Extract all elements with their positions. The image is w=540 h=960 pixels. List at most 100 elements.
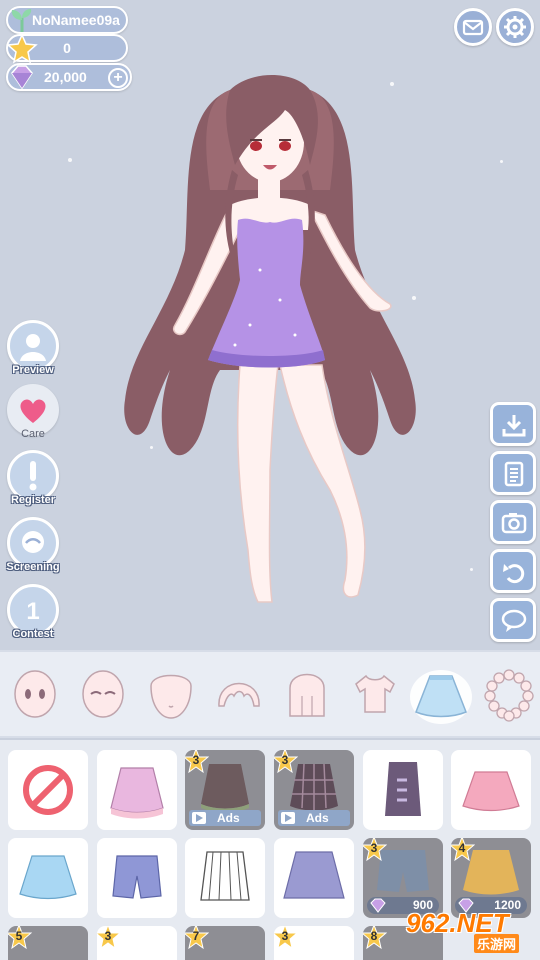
undo-icon bbox=[503, 564, 525, 584]
item-skirt[interactable] bbox=[185, 838, 265, 918]
item-skirt[interactable] bbox=[274, 838, 354, 918]
camera-button[interactable] bbox=[490, 500, 536, 544]
level-number: 3 bbox=[370, 841, 378, 855]
item-skirt-ads[interactable]: 3 Ads bbox=[274, 750, 354, 830]
level-number: 7 bbox=[192, 929, 200, 943]
item-skirt[interactable]: 7 bbox=[185, 926, 265, 960]
bangs-hair-icon bbox=[218, 682, 260, 707]
ads-label: Ads bbox=[306, 811, 329, 825]
category-bangs[interactable] bbox=[212, 666, 266, 722]
item-skirt[interactable] bbox=[363, 750, 443, 830]
mail-button[interactable] bbox=[454, 8, 492, 46]
register-label: Register bbox=[10, 494, 56, 506]
level-star-badge: 3 bbox=[363, 838, 388, 862]
care-label: Care bbox=[21, 428, 45, 440]
item-skirt[interactable]: 3 bbox=[97, 926, 177, 960]
site-watermark: 962.NET 乐游网 bbox=[402, 908, 536, 956]
gems-pill: 20,000 + bbox=[6, 63, 132, 91]
category-closed-eyes[interactable] bbox=[76, 666, 130, 722]
gems-count: 20,000 bbox=[44, 69, 87, 85]
play-icon bbox=[281, 812, 295, 824]
level-number: 3 bbox=[281, 753, 289, 767]
settings-button[interactable] bbox=[496, 8, 534, 46]
dressup-stage bbox=[0, 0, 540, 650]
back-hair-icon bbox=[289, 673, 325, 717]
item-none[interactable] bbox=[8, 750, 88, 830]
screening-button[interactable]: Screening bbox=[6, 517, 60, 573]
watermark-sub: 乐游网 bbox=[474, 934, 520, 953]
face-icon bbox=[150, 674, 192, 719]
stars-pill: 0 bbox=[6, 33, 128, 64]
watch-ad-button[interactable]: Ads bbox=[278, 810, 350, 826]
level-star-badge: 5 bbox=[8, 926, 33, 950]
contest-button[interactable]: 1 Contest bbox=[6, 584, 60, 640]
clipboard-icon bbox=[504, 461, 524, 487]
camera-icon bbox=[501, 513, 527, 534]
gem-icon bbox=[11, 65, 33, 90]
watch-ad-button[interactable]: Ads bbox=[189, 810, 261, 826]
skirt-item-icon bbox=[283, 851, 345, 899]
preview-button[interactable]: Preview bbox=[6, 320, 60, 376]
category-hair[interactable] bbox=[280, 666, 334, 722]
download-button[interactable] bbox=[490, 402, 536, 446]
outfit-list-button[interactable] bbox=[490, 451, 536, 495]
gear-icon bbox=[504, 16, 526, 38]
category-top[interactable] bbox=[348, 666, 402, 722]
chat-icon bbox=[501, 609, 527, 632]
level-star-badge: 3 bbox=[97, 926, 122, 950]
tshirt-icon bbox=[355, 674, 395, 713]
item-shorts-price[interactable]: 3 900 bbox=[363, 838, 443, 918]
ads-label: Ads bbox=[217, 811, 240, 825]
sparkle bbox=[68, 158, 72, 162]
level-number: 5 bbox=[15, 929, 23, 943]
shorts-item-icon bbox=[112, 855, 162, 899]
category-bar bbox=[0, 650, 540, 738]
skirt-item-icon bbox=[19, 855, 77, 900]
item-shorts[interactable] bbox=[97, 838, 177, 918]
chat-button[interactable] bbox=[490, 598, 536, 642]
screening-label: Screening bbox=[6, 561, 60, 573]
care-button[interactable]: Care bbox=[6, 384, 60, 440]
play-icon bbox=[192, 812, 206, 824]
doll-character[interactable] bbox=[110, 70, 430, 615]
item-skirt[interactable]: 3 bbox=[274, 926, 354, 960]
closed-eyes-icon bbox=[82, 670, 124, 718]
sparkle bbox=[500, 160, 503, 163]
item-skirt[interactable] bbox=[451, 750, 531, 830]
register-button[interactable]: Register bbox=[6, 450, 60, 506]
category-face[interactable] bbox=[144, 666, 198, 722]
skirt-icon bbox=[415, 675, 467, 718]
preview-label: Preview bbox=[12, 364, 54, 376]
level-star-badge: 8 bbox=[363, 926, 388, 950]
level-star-badge: 7 bbox=[185, 926, 210, 950]
skirt-item-icon bbox=[110, 767, 164, 819]
mail-icon bbox=[462, 19, 484, 36]
item-skirt[interactable]: 5 bbox=[8, 926, 88, 960]
level-number: 3 bbox=[281, 929, 289, 943]
eyes-icon bbox=[14, 670, 56, 718]
item-skirt-price[interactable]: 4 1200 bbox=[451, 838, 531, 918]
add-gems-button[interactable]: + bbox=[108, 68, 128, 88]
skirt-item-icon bbox=[200, 851, 250, 901]
category-eyes[interactable] bbox=[8, 666, 62, 722]
undo-button[interactable] bbox=[490, 549, 536, 593]
contest-label: Contest bbox=[12, 628, 54, 640]
player-name: NoNamee09a bbox=[32, 12, 120, 28]
category-skirt[interactable] bbox=[410, 666, 472, 724]
svg-text:1: 1 bbox=[26, 598, 39, 625]
level-number: 8 bbox=[370, 929, 378, 943]
item-skirt[interactable] bbox=[97, 750, 177, 830]
gem-icon bbox=[370, 898, 386, 913]
level-star-badge: 3 bbox=[185, 750, 210, 774]
level-star-badge: 3 bbox=[274, 750, 299, 774]
level-number: 3 bbox=[104, 929, 112, 943]
category-accessory[interactable] bbox=[482, 666, 536, 722]
skirt-item-icon bbox=[385, 762, 421, 816]
item-skirt-ads[interactable]: 3 Ads bbox=[185, 750, 265, 830]
stars-count: 0 bbox=[63, 40, 71, 56]
level-star-badge: 3 bbox=[274, 926, 299, 950]
download-icon bbox=[502, 415, 526, 437]
level-number: 4 bbox=[458, 841, 466, 855]
item-skirt[interactable] bbox=[8, 838, 88, 918]
sparkle bbox=[470, 568, 473, 571]
